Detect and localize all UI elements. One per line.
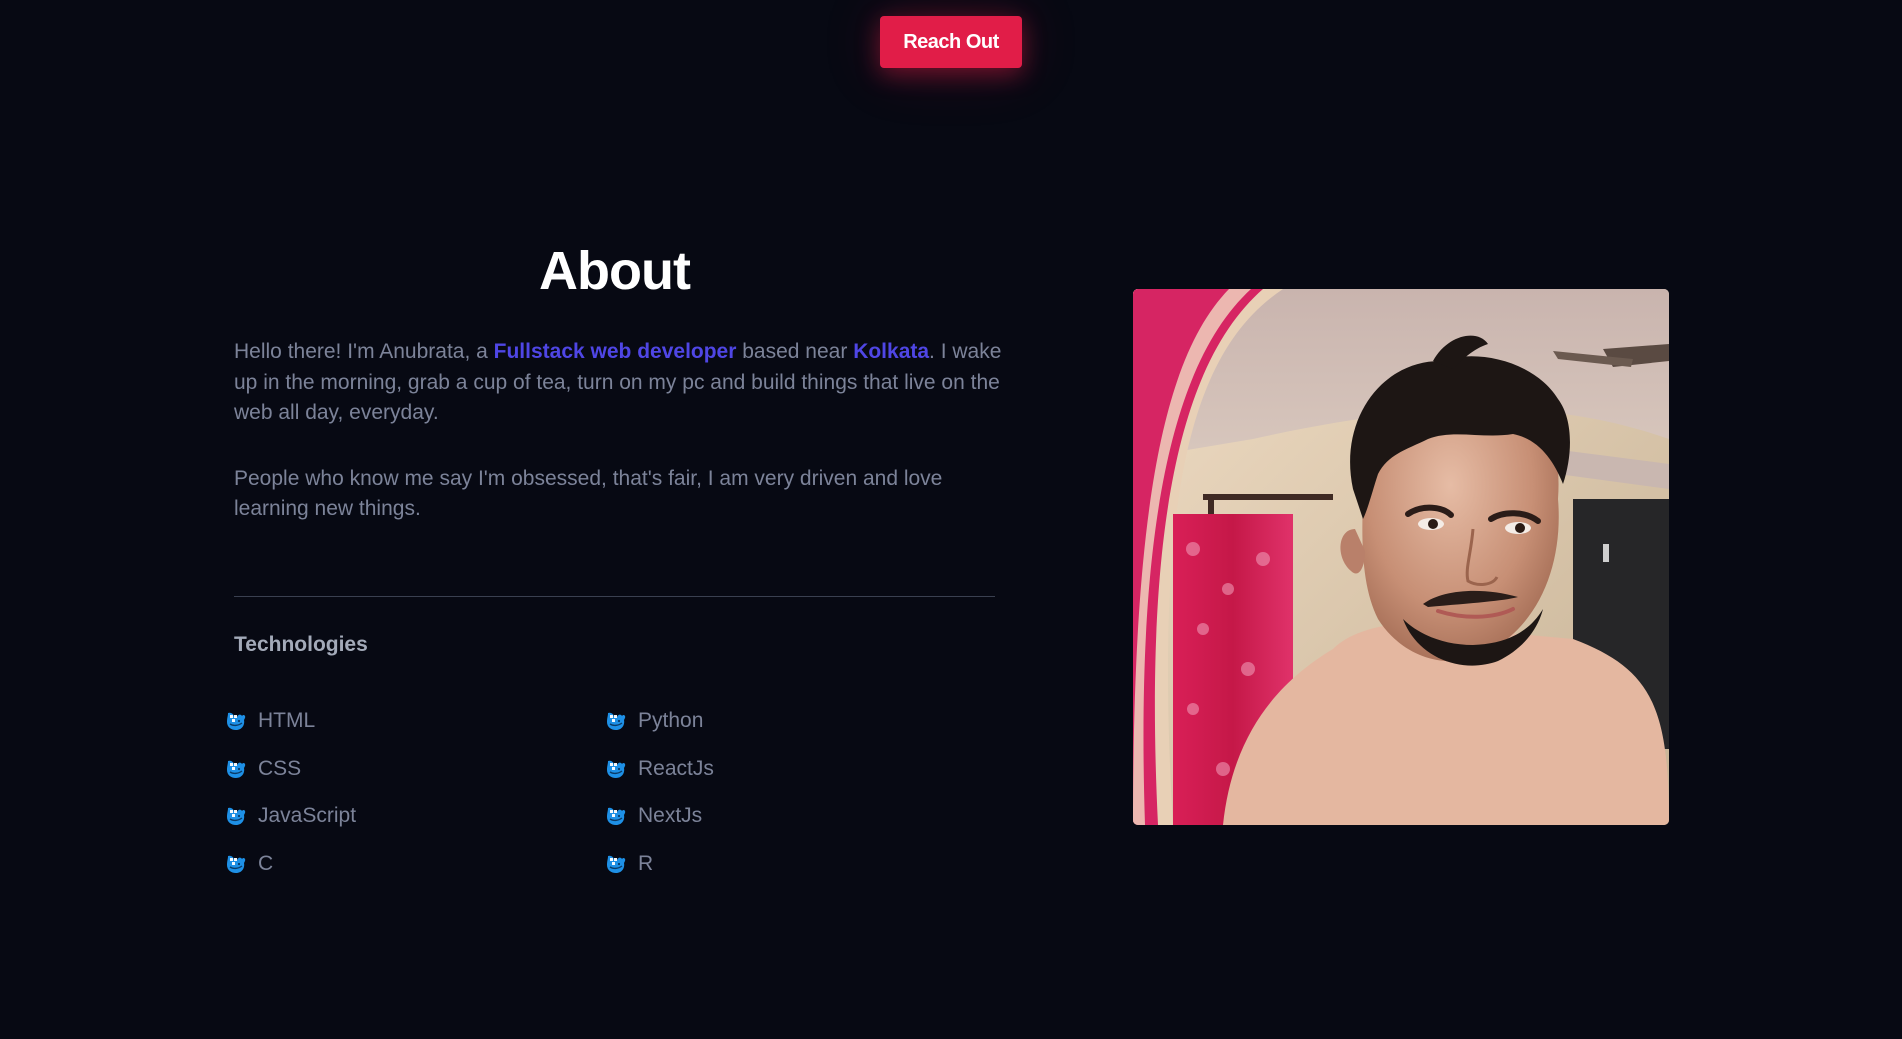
page-title: About (539, 241, 691, 301)
docker-whale-icon (606, 711, 626, 731)
bio-text: Hello there! I'm Anubrata, a Fullstack w… (234, 337, 1004, 560)
docker-whale-icon (606, 759, 626, 779)
profile-photo-illustration (1133, 289, 1669, 825)
technologies-list-left: HTML CSS JavaScript C (224, 697, 356, 888)
docker-whale-icon (606, 854, 626, 874)
bio-paragraph-2: People who know me say I'm obsessed, tha… (234, 466, 943, 521)
tech-item: ReactJs (604, 745, 714, 793)
location-highlight: Kolkata (853, 340, 930, 363)
tech-item: R (604, 840, 714, 888)
tech-item: Python (604, 697, 714, 745)
tech-item: JavaScript (224, 792, 356, 840)
tech-item: CSS (224, 745, 356, 793)
docker-whale-icon (226, 807, 246, 826)
technologies-list-right: Python ReactJs NextJs R (604, 697, 714, 888)
tech-item: HTML (224, 697, 356, 745)
docker-whale-icon (606, 807, 626, 826)
role-highlight: Fullstack web developer (493, 340, 737, 363)
docker-whale-icon (226, 759, 246, 779)
reach-out-button[interactable]: Reach Out (880, 16, 1022, 68)
profile-photo (1133, 289, 1669, 825)
bio-paragraph-1: Hello there! I'm Anubrata, a Fullstack w… (234, 340, 1002, 424)
docker-whale-icon (226, 711, 246, 731)
docker-whale-icon (226, 854, 246, 874)
tech-item: C (224, 840, 356, 888)
top-cta-area: Reach Out (0, 0, 1902, 120)
technologies-heading: Technologies (234, 633, 368, 656)
section-divider (234, 596, 995, 597)
tech-item: NextJs (604, 792, 714, 840)
